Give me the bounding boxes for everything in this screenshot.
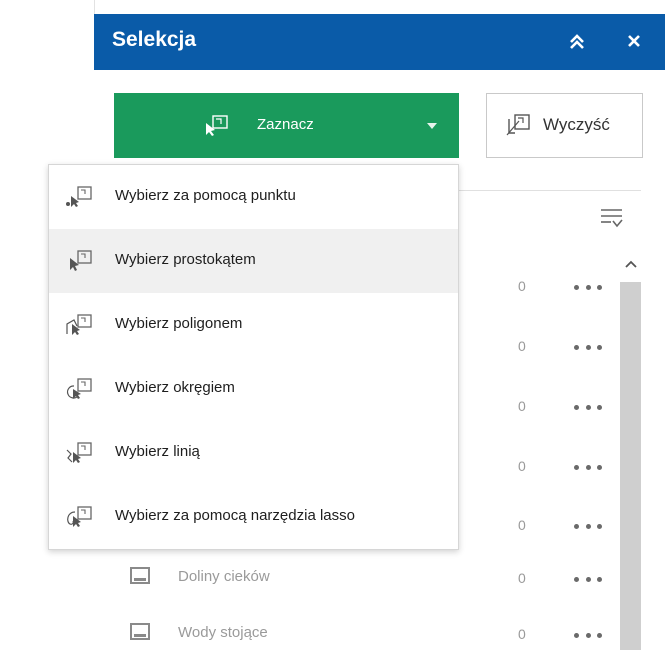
clear-button-label: Wyczyść — [543, 115, 610, 134]
menu-item-label: Wybierz prostokątem — [115, 251, 256, 268]
select-polygon-icon — [66, 314, 92, 335]
menu-item-select-point[interactable]: Wybierz za pomocą punktu — [49, 165, 458, 229]
select-point-icon — [66, 186, 92, 207]
row-menu-button[interactable] — [574, 569, 602, 589]
row-count: 0 — [518, 570, 526, 586]
row-count: 0 — [518, 626, 526, 642]
divider — [459, 190, 641, 191]
menu-item-label: Wybierz poligonem — [115, 315, 243, 332]
layer-row[interactable]: Wody stojące 0 — [94, 615, 614, 655]
double-chevron-up-icon — [570, 34, 584, 49]
caret-down-icon — [427, 123, 437, 129]
clear-selection-icon — [506, 114, 530, 136]
close-icon — [628, 35, 640, 47]
row-count: 0 — [518, 278, 526, 294]
select-rectangle-icon — [206, 115, 228, 136]
menu-item-select-rectangle[interactable]: Wybierz prostokątem — [49, 229, 458, 293]
layer-icon — [130, 567, 150, 584]
select-circle-icon — [66, 378, 92, 399]
row-menu-button[interactable] — [574, 625, 602, 645]
row-count: 0 — [518, 517, 526, 533]
chevron-up-icon — [624, 260, 637, 268]
scroll-thumb[interactable] — [620, 282, 641, 650]
select-tool-dropdown: Wybierz za pomocą punktu Wybierz prostok… — [48, 164, 459, 550]
layer-label: Doliny cieków — [178, 568, 270, 585]
row-count: 0 — [518, 398, 526, 414]
collapse-button[interactable] — [564, 28, 590, 56]
menu-item-label: Wybierz linią — [115, 443, 200, 460]
menu-item-label: Wybierz za pomocą narzędzia lasso — [115, 507, 355, 524]
close-button[interactable] — [620, 26, 648, 56]
menu-item-label: Wybierz za pomocą punktu — [115, 187, 296, 204]
panel-title: Selekcja — [112, 28, 197, 51]
row-menu-button[interactable] — [574, 277, 602, 297]
panel-header: Selekcja — [94, 14, 665, 70]
select-button-label: Zaznacz — [257, 116, 314, 133]
menu-item-label: Wybierz okręgiem — [115, 379, 235, 396]
layer-label: Wody stojące — [178, 624, 268, 641]
select-button[interactable]: Zaznacz — [114, 93, 459, 158]
select-rectangle-icon — [70, 250, 92, 271]
scrollbar[interactable] — [620, 254, 641, 650]
scroll-up-button[interactable] — [620, 254, 641, 274]
row-menu-button[interactable] — [574, 337, 602, 357]
filter-list-icon[interactable] — [600, 207, 624, 229]
menu-item-select-polygon[interactable]: Wybierz poligonem — [49, 293, 458, 357]
select-line-icon — [66, 442, 92, 463]
clear-button[interactable]: Wyczyść — [486, 93, 643, 158]
layer-icon — [130, 623, 150, 640]
menu-item-select-line[interactable]: Wybierz linią — [49, 421, 458, 485]
row-count: 0 — [518, 458, 526, 474]
select-lasso-icon — [67, 506, 92, 527]
row-menu-button[interactable] — [574, 457, 602, 477]
menu-item-select-circle[interactable]: Wybierz okręgiem — [49, 357, 458, 421]
layer-row[interactable]: Doliny cieków 0 — [94, 559, 614, 599]
row-menu-button[interactable] — [574, 516, 602, 536]
menu-item-select-lasso[interactable]: Wybierz za pomocą narzędzia lasso — [49, 485, 458, 549]
row-count: 0 — [518, 338, 526, 354]
row-menu-button[interactable] — [574, 397, 602, 417]
